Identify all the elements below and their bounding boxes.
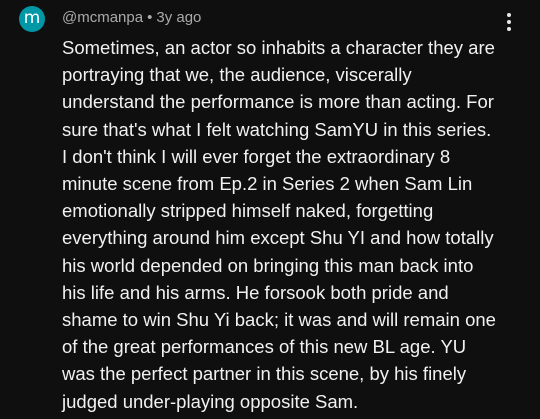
comment-line: everything around him except Shu YI and … bbox=[62, 227, 494, 249]
comment-line: portraying that we, the audience, viscer… bbox=[62, 64, 412, 86]
comment-line: his world depended on bringing this man … bbox=[62, 254, 474, 276]
comment-line: judged under-playing opposite Sam. bbox=[62, 390, 359, 412]
comment-line: sure that's what I felt watching SamYU i… bbox=[62, 118, 492, 140]
avatar[interactable]: m bbox=[19, 6, 45, 32]
comment-line: shame to win Shu Yi back; it was and wil… bbox=[62, 309, 496, 331]
timestamp[interactable]: 3y ago bbox=[156, 9, 201, 26]
comment-line: his life and his arms. He forsook both p… bbox=[62, 281, 449, 303]
comment: m @mcmanpa • 3y ago Sometimes, an actor so… bbox=[0, 0, 540, 419]
comment-meta: @mcmanpa • 3y ago bbox=[62, 9, 201, 26]
comment-line: I don't think I will ever forget the ext… bbox=[62, 145, 451, 167]
comment-line: understand the performance is more than … bbox=[62, 91, 494, 113]
more-vert-icon[interactable] bbox=[506, 13, 512, 33]
comment-line: emotionally stripped himself naked, forg… bbox=[62, 200, 434, 222]
comment-line: of the great performances of this new BL… bbox=[62, 336, 467, 358]
comment-line: minute scene from Ep.2 in Series 2 when … bbox=[62, 173, 473, 195]
comment-line: was the perfect partner in this scene, b… bbox=[62, 363, 467, 385]
comment-line: Sometimes, an actor so inhabits a charac… bbox=[62, 37, 495, 58]
author-handle[interactable]: @mcmanpa bbox=[62, 9, 143, 26]
comment-body: Sometimes, an actor so inhabits a charac… bbox=[62, 34, 532, 415]
meta-separator: • bbox=[147, 9, 153, 26]
